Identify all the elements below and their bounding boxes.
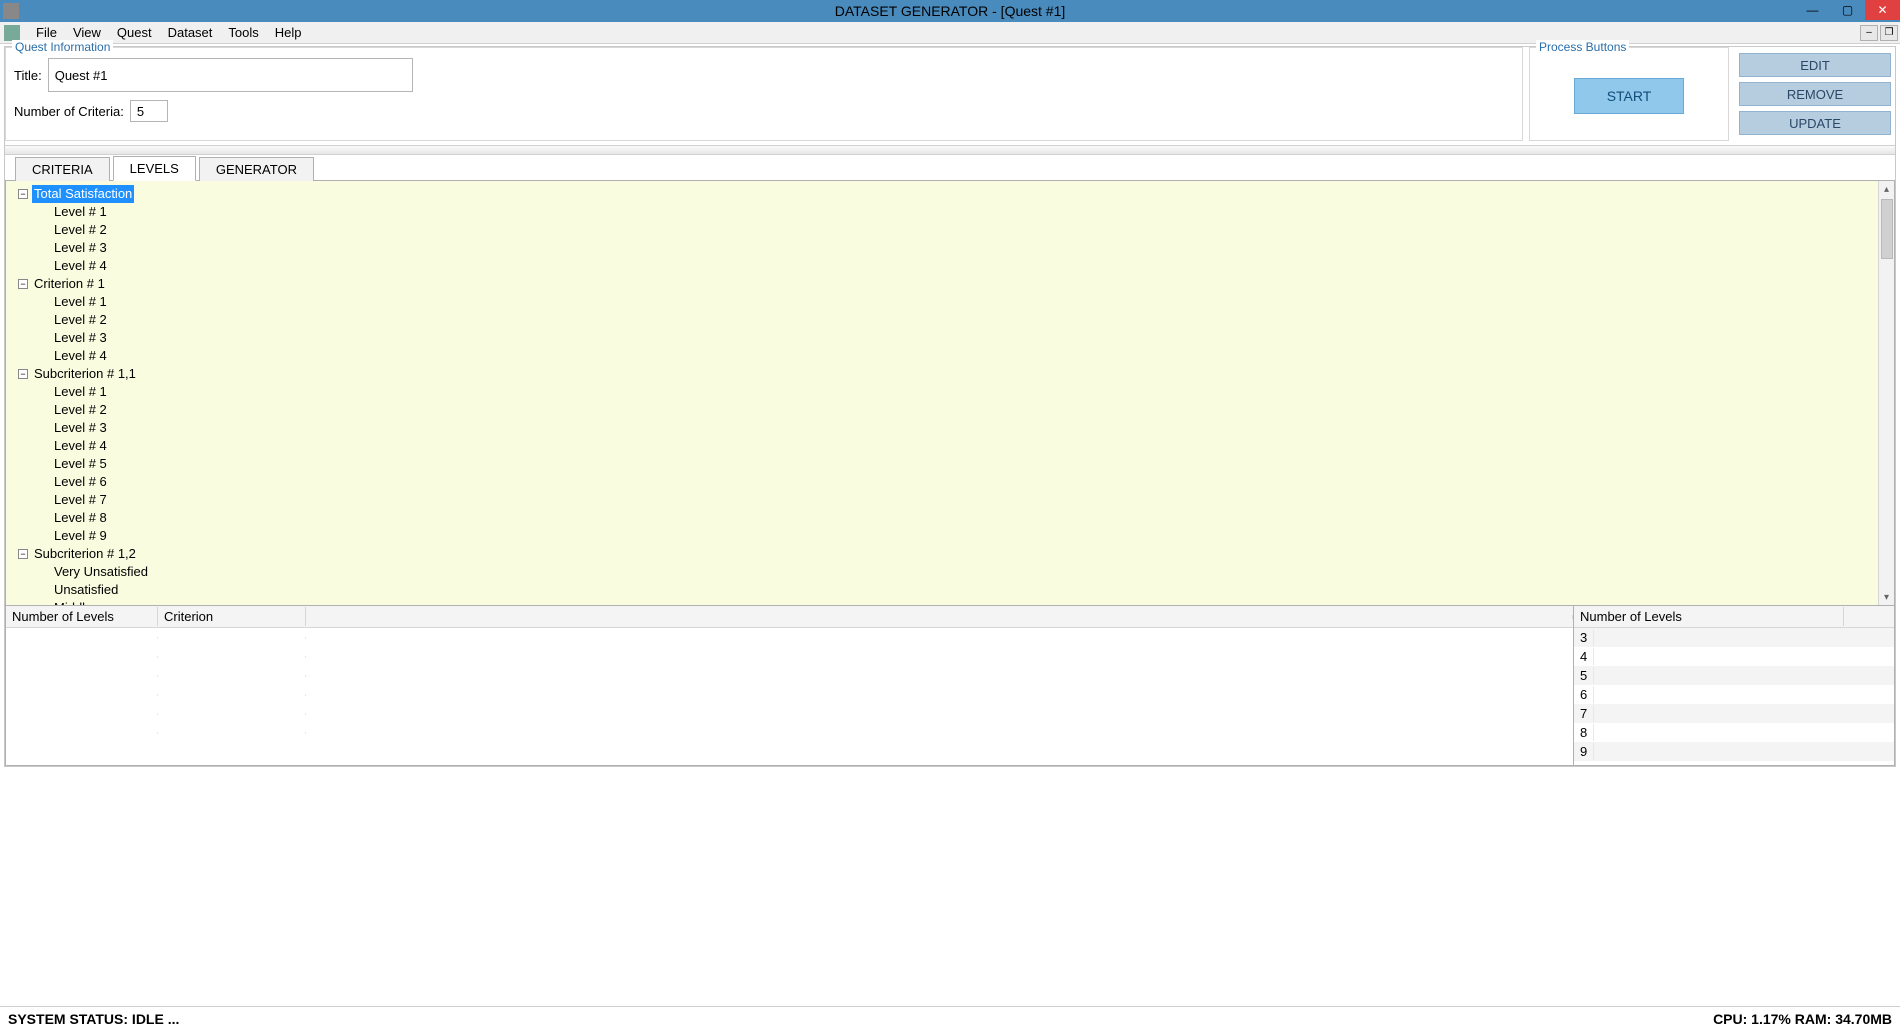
- tree-leaf[interactable]: Level # 3: [52, 329, 109, 347]
- quest-info-title: Quest Information: [12, 40, 113, 54]
- left-col-levels[interactable]: Number of Levels: [6, 607, 158, 626]
- tree-node-criterion-1[interactable]: Criterion # 1: [32, 275, 107, 293]
- tree-leaf[interactable]: Level # 5: [52, 455, 109, 473]
- table-cell[interactable]: 3: [1574, 629, 1594, 646]
- table-cell[interactable]: 5: [1574, 667, 1594, 684]
- table-cell[interactable]: [6, 656, 158, 658]
- tree-leaf[interactable]: Level # 1: [52, 293, 109, 311]
- tree-node-subcriterion-1-1[interactable]: Subcriterion # 1,1: [32, 365, 138, 383]
- title-input[interactable]: [48, 58, 413, 92]
- table-cell[interactable]: [158, 732, 306, 734]
- app-icon: [3, 3, 19, 19]
- scroll-thumb[interactable]: [1881, 199, 1893, 259]
- action-buttons: EDIT REMOVE UPDATE: [1735, 47, 1895, 141]
- tree-leaf[interactable]: Unsatisfied: [52, 581, 120, 599]
- tree-leaf[interactable]: Level # 4: [52, 347, 109, 365]
- tree-leaf[interactable]: Very Unsatisfied: [52, 563, 150, 581]
- right-col-levels[interactable]: Number of Levels: [1574, 607, 1844, 626]
- remove-button[interactable]: REMOVE: [1739, 82, 1891, 106]
- update-button[interactable]: UPDATE: [1739, 111, 1891, 135]
- num-criteria-label: Number of Criteria:: [14, 104, 124, 119]
- left-col-criterion[interactable]: Criterion: [158, 607, 306, 626]
- process-title: Process Buttons: [1536, 40, 1629, 54]
- levels-tree[interactable]: −Total Satisfaction Level # 1 Level # 2 …: [6, 181, 1878, 605]
- tree-leaf[interactable]: Level # 3: [52, 419, 109, 437]
- status-left: SYSTEM STATUS: IDLE ...: [8, 1011, 179, 1027]
- edit-button[interactable]: EDIT: [1739, 53, 1891, 77]
- table-cell[interactable]: [158, 675, 306, 677]
- tree-node-total-satisfaction[interactable]: Total Satisfaction: [32, 185, 134, 203]
- table-cell[interactable]: [6, 732, 158, 734]
- scroll-down-icon[interactable]: ▾: [1879, 589, 1894, 605]
- menu-dataset[interactable]: Dataset: [160, 23, 221, 42]
- statusbar: SYSTEM STATUS: IDLE ... CPU: 1.17% RAM: …: [0, 1006, 1900, 1030]
- tabstrip: CRITERIA LEVELS GENERATOR: [5, 155, 1895, 181]
- window-title: DATASET GENERATOR - [Quest #1]: [835, 3, 1066, 19]
- tree-leaf[interactable]: Level # 9: [52, 527, 109, 545]
- table-cell[interactable]: [6, 675, 158, 677]
- table-cell[interactable]: 7: [1574, 705, 1594, 722]
- tab-levels[interactable]: LEVELS: [113, 156, 196, 181]
- table-cell[interactable]: [158, 694, 306, 696]
- menu-help[interactable]: Help: [267, 23, 310, 42]
- collapse-icon[interactable]: −: [18, 279, 28, 289]
- close-button[interactable]: ✕: [1865, 0, 1900, 20]
- tree-leaf[interactable]: Level # 6: [52, 473, 109, 491]
- maximize-button[interactable]: ▢: [1830, 0, 1865, 20]
- tree-scrollbar[interactable]: ▴ ▾: [1878, 181, 1894, 605]
- minimize-button[interactable]: —: [1795, 0, 1830, 20]
- menu-quest[interactable]: Quest: [109, 23, 160, 42]
- title-label: Title:: [14, 68, 42, 83]
- tree-leaf[interactable]: Level # 2: [52, 401, 109, 419]
- process-buttons-group: Process Buttons START: [1529, 47, 1729, 141]
- doc-icon: [4, 25, 20, 41]
- tab-generator[interactable]: GENERATOR: [199, 157, 314, 181]
- mdi-restore-button[interactable]: ❐: [1880, 25, 1898, 41]
- tree-leaf[interactable]: Level # 3: [52, 239, 109, 257]
- tree-leaf[interactable]: Level # 4: [52, 257, 109, 275]
- table-cell[interactable]: 6: [1574, 686, 1594, 703]
- tree-node-subcriterion-1-2[interactable]: Subcriterion # 1,2: [32, 545, 138, 563]
- table-cell[interactable]: 8: [1574, 724, 1594, 741]
- table-cell[interactable]: [6, 637, 158, 639]
- tree-leaf[interactable]: Level # 4: [52, 437, 109, 455]
- tab-criteria[interactable]: CRITERIA: [15, 157, 110, 181]
- start-button[interactable]: START: [1574, 78, 1684, 114]
- window-titlebar: DATASET GENERATOR - [Quest #1] — ▢ ✕: [0, 0, 1900, 22]
- status-right: CPU: 1.17% RAM: 34.70MB: [1713, 1011, 1892, 1027]
- table-cell[interactable]: [158, 637, 306, 639]
- table-cell[interactable]: [6, 694, 158, 696]
- tree-leaf[interactable]: Level # 1: [52, 383, 109, 401]
- table-cell[interactable]: 9: [1574, 743, 1594, 760]
- right-table: Number of Levels 3 4 5 6 7 8 9: [1574, 606, 1894, 765]
- tree-leaf[interactable]: Middle: [52, 599, 94, 605]
- scroll-up-icon[interactable]: ▴: [1879, 181, 1894, 197]
- table-cell[interactable]: 4: [1574, 648, 1594, 665]
- table-cell[interactable]: [158, 656, 306, 658]
- quest-information-group: Quest Information Title: Number of Crite…: [5, 47, 1523, 141]
- horizontal-divider: [5, 145, 1895, 155]
- collapse-icon[interactable]: −: [18, 189, 28, 199]
- tree-leaf[interactable]: Level # 1: [52, 203, 109, 221]
- tree-leaf[interactable]: Level # 8: [52, 509, 109, 527]
- tree-leaf[interactable]: Level # 2: [52, 221, 109, 239]
- mdi-minimize-button[interactable]: –: [1860, 25, 1878, 41]
- tree-leaf[interactable]: Level # 2: [52, 311, 109, 329]
- left-table: Number of Levels Criterion: [6, 606, 1574, 765]
- table-cell[interactable]: [158, 713, 306, 715]
- tree-leaf[interactable]: Level # 7: [52, 491, 109, 509]
- collapse-icon[interactable]: −: [18, 369, 28, 379]
- table-cell[interactable]: [6, 713, 158, 715]
- num-criteria-input[interactable]: [130, 100, 168, 122]
- left-col-empty: [306, 615, 1573, 619]
- menu-tools[interactable]: Tools: [220, 23, 266, 42]
- collapse-icon[interactable]: −: [18, 549, 28, 559]
